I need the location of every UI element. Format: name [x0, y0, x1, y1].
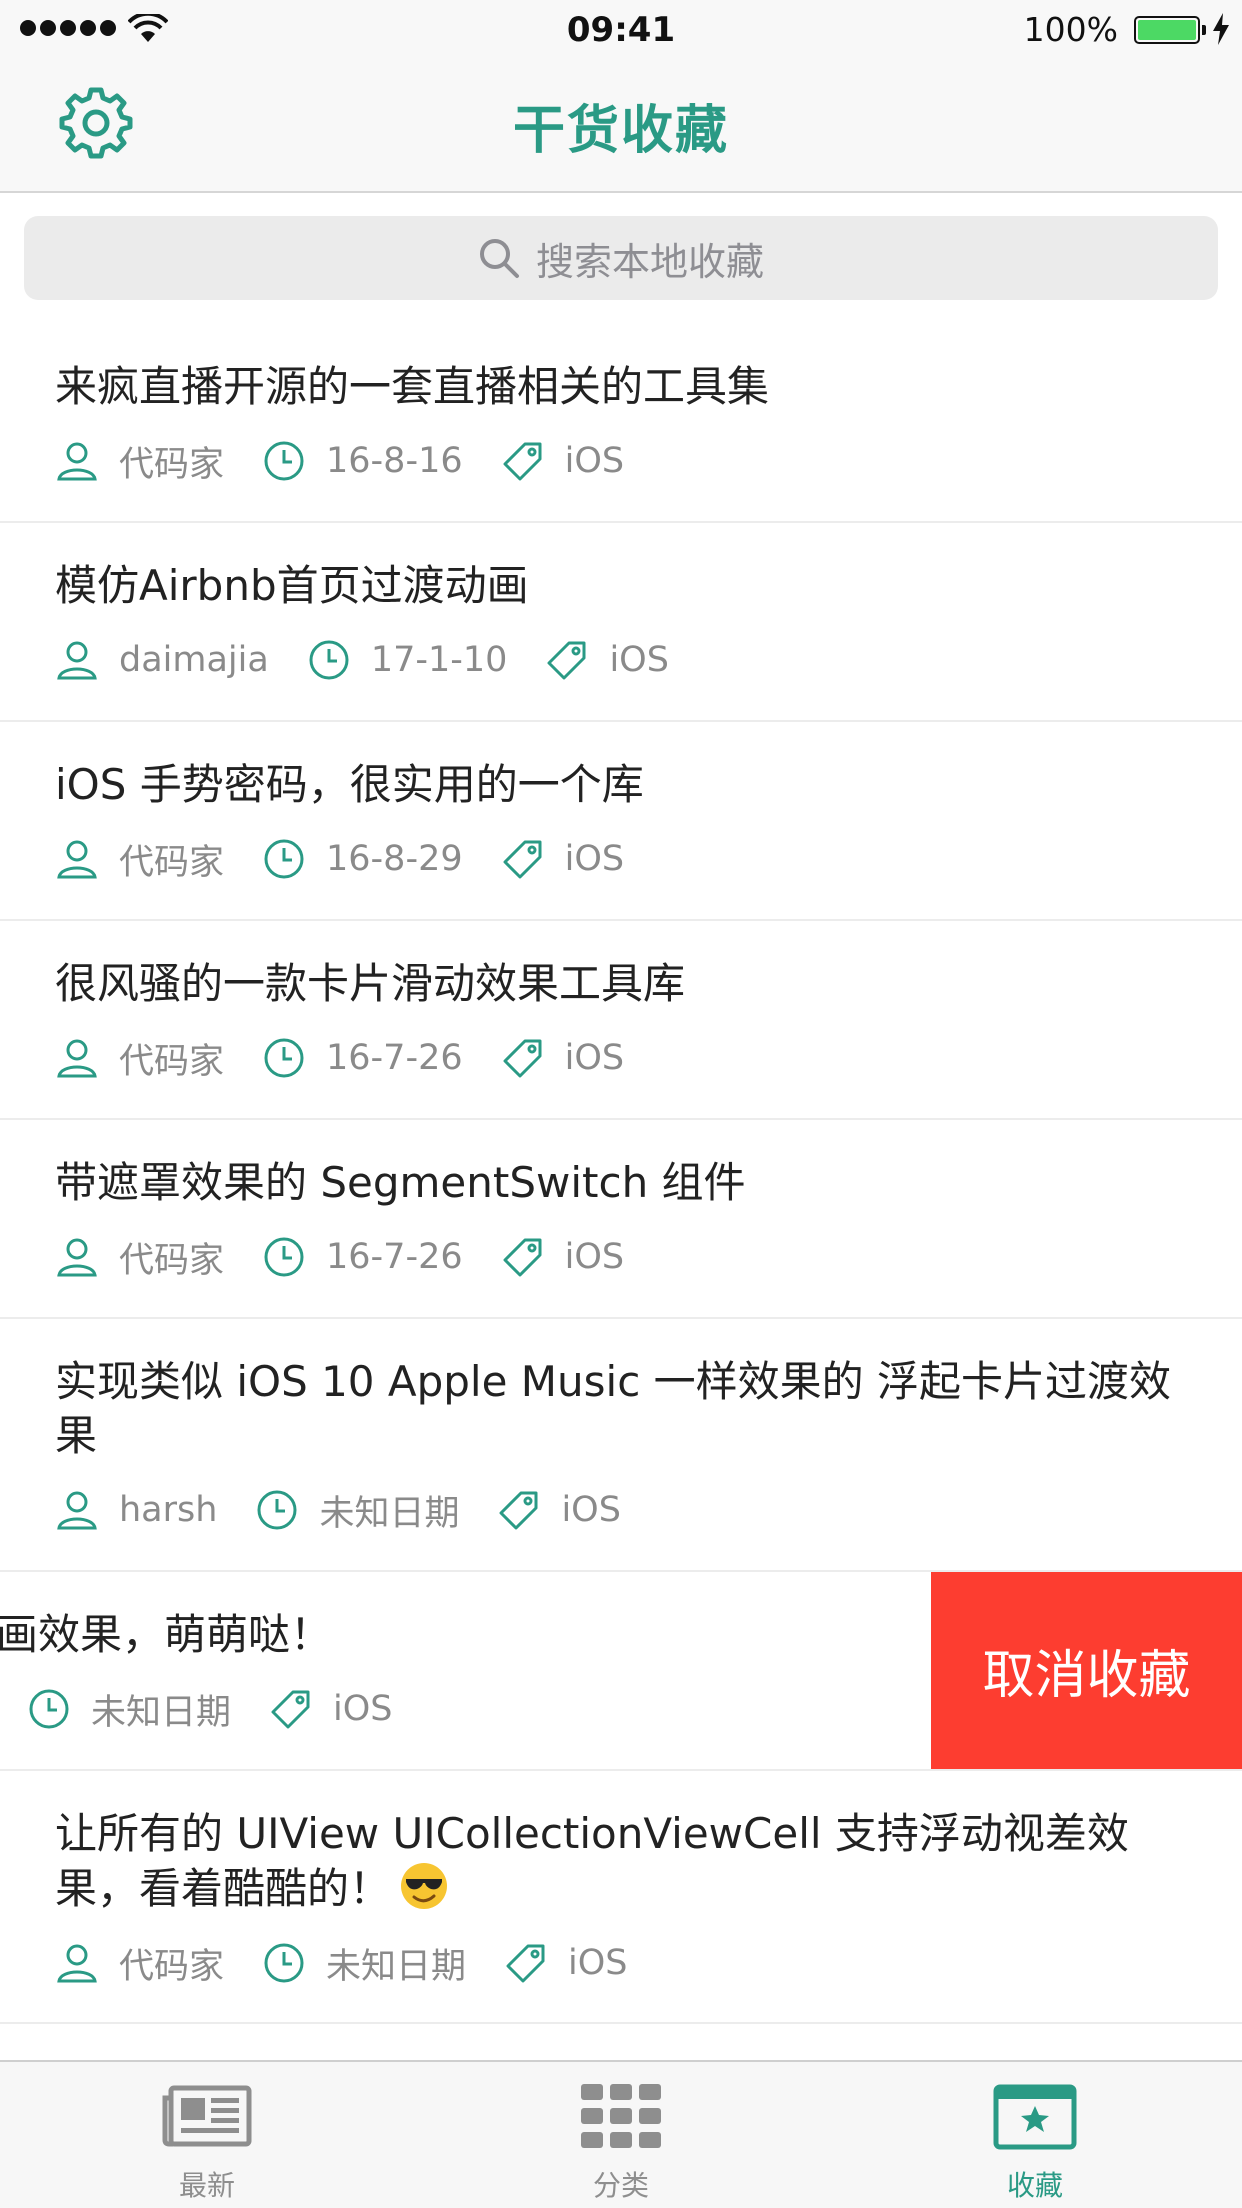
item-date: 17-1-10: [370, 640, 508, 680]
list-item[interactable]: 实现类似 iOS 10 Apple Music 一样效果的 浮起卡片过渡效果 h…: [0, 1319, 1242, 1572]
item-author: 代码家: [119, 1041, 225, 1082]
item-date: 16-8-29: [326, 839, 463, 879]
list-item[interactable]: 很风骚的一款卡片滑动效果工具库 代码家 16-7-26 iOS: [0, 921, 1242, 1120]
clock-icon: [264, 1943, 304, 1983]
tag-icon: [499, 1491, 538, 1530]
tag-icon: [503, 1238, 542, 1277]
item-title: 来疯直播开源的一套直播相关的工具集: [55, 362, 770, 411]
user-icon: [57, 840, 97, 879]
user-icon: [57, 1491, 97, 1530]
item-author: 代码家: [119, 444, 225, 485]
tab-label: 收藏: [1006, 2169, 1063, 2202]
user-icon: [57, 442, 97, 481]
item-author: 代码家: [119, 1946, 225, 1987]
clock-icon: [257, 1490, 297, 1530]
tab-bar: 最新 分类 收藏: [0, 2060, 1242, 2208]
clock-icon: [264, 441, 304, 481]
tag-icon: [503, 1039, 542, 1078]
list-item[interactable]: 让所有的 UIView UICollectionViewCell 支持浮动视差效…: [0, 1771, 1242, 2024]
charging-icon: [1213, 13, 1229, 45]
tab-label: 分类: [592, 2169, 649, 2202]
list-item[interactable]: 来疯直播开源的一套直播相关的工具集 代码家 16-8-16 iOS: [0, 324, 1242, 523]
tab-latest[interactable]: 最新: [0, 2062, 414, 2208]
tag-icon: [547, 641, 586, 680]
list-item[interactable]: iOS 手势密码，很实用的一个库 代码家 16-8-29 iOS: [0, 722, 1242, 921]
tab-categories[interactable]: 分类: [414, 2062, 828, 2208]
status-bar: 09:41 100%: [0, 0, 1242, 60]
clock-icon: [264, 1237, 304, 1277]
item-date: 16-7-26: [326, 1038, 463, 1078]
list-item-swiped[interactable]: 加上萌萌哒动画效果，萌萌哒！ 未知日期 iOS 取消收藏: [0, 1572, 1242, 1771]
user-icon: [57, 1944, 97, 1983]
item-title: 带遮罩效果的 SegmentSwitch 组件: [55, 1158, 746, 1207]
list-item[interactable]: 模仿Airbnb首页过渡动画 daimajia 17-1-10 iOS: [0, 523, 1242, 722]
tab-favorites[interactable]: 收藏: [828, 2062, 1242, 2208]
newspaper-icon: [162, 2085, 252, 2147]
favorites-list: 来疯直播开源的一套直播相关的工具集 代码家 16-8-16 iOS 模仿Airb…: [0, 324, 1242, 2024]
search-field[interactable]: 搜索本地收藏: [24, 216, 1218, 300]
battery-percent: 100%: [1023, 10, 1118, 49]
user-icon: [57, 641, 97, 680]
item-author: harsh: [119, 1490, 218, 1530]
tag-icon: [506, 1944, 545, 1983]
tab-label: 最新: [178, 2169, 235, 2202]
item-date: 未知日期: [326, 1946, 467, 1987]
search-placeholder: 搜索本地收藏: [535, 239, 764, 284]
user-icon: [57, 1238, 97, 1277]
item-tag: iOS: [333, 1689, 393, 1729]
clock-icon: [264, 1038, 304, 1078]
user-icon: [57, 1039, 97, 1078]
list-item[interactable]: 带遮罩效果的 SegmentSwitch 组件 代码家 16-7-26 iOS: [0, 1120, 1242, 1319]
tag-icon: [503, 840, 542, 879]
clock-icon: [264, 839, 304, 879]
item-tag: iOS: [564, 1038, 625, 1078]
grid-icon: [581, 2084, 661, 2148]
search-icon: [479, 239, 519, 278]
page-title: 干货收藏: [512, 101, 729, 161]
item-tag: iOS: [561, 1490, 621, 1530]
navigation-bar: 干货收藏: [0, 60, 1242, 193]
tag-icon: [271, 1690, 310, 1729]
clock-icon: [29, 1689, 69, 1729]
item-title: 很风骚的一款卡片滑动效果工具库: [55, 959, 686, 1008]
item-author: 代码家: [119, 842, 225, 883]
item-tag: iOS: [564, 441, 625, 481]
item-title: 模仿Airbnb首页过渡动画: [55, 561, 529, 610]
item-tag: iOS: [564, 1237, 625, 1277]
clock-icon: [309, 640, 349, 680]
item-tag: iOS: [609, 640, 669, 680]
item-tag: iOS: [564, 839, 625, 879]
item-date: 未知日期: [319, 1493, 460, 1534]
unfavorite-button[interactable]: 取消收藏: [931, 1572, 1242, 1769]
star-bookmark-icon: [993, 2084, 1077, 2150]
item-title: 加上萌萌哒动画效果，萌萌哒！: [0, 1610, 333, 1659]
cool-face-emoji-icon: [401, 1863, 448, 1909]
item-date: 16-7-26: [326, 1237, 463, 1277]
item-author: daimajia: [119, 640, 269, 680]
item-title: 让所有的 UIView UICollectionViewCell 支持浮动视差效…: [55, 1809, 1129, 1913]
item-author: 代码家: [119, 1240, 225, 1281]
item-title: iOS 手势密码，很实用的一个库: [55, 760, 644, 809]
item-title: 实现类似 iOS 10 Apple Music 一样效果的 浮起卡片过渡效果: [55, 1357, 1171, 1460]
item-date: 16-8-16: [326, 441, 463, 481]
battery-icon: [1134, 16, 1200, 44]
tag-icon: [503, 442, 542, 481]
item-date: 未知日期: [91, 1692, 232, 1733]
item-tag: iOS: [568, 1943, 628, 1983]
